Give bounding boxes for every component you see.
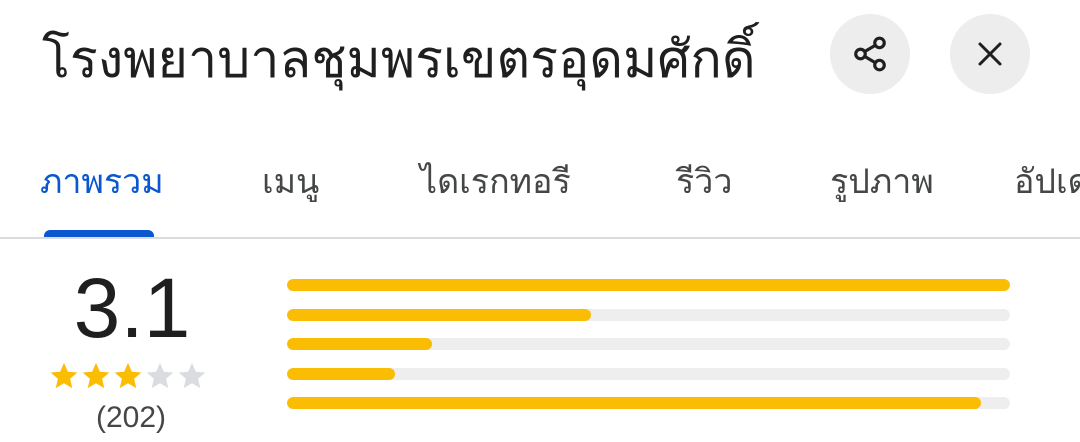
- review-count[interactable]: (202): [0, 398, 262, 438]
- tab-directory[interactable]: ไดเรกทอรี: [420, 152, 571, 212]
- tab-divider: [0, 237, 1080, 239]
- histogram-fill-1-stars: [287, 397, 982, 409]
- histogram-row-2-stars: [287, 368, 1010, 380]
- share-icon: [854, 36, 886, 72]
- place-sheet: โรงพยาบาลชุมพรเขตรอุดมศักดิ์ ภาพรวม เมนู…: [0, 0, 1080, 442]
- star-empty-icon: [178, 362, 206, 389]
- rating-summary: 3.1 (202): [0, 240, 270, 440]
- tab-overview[interactable]: ภาพรวม: [40, 152, 164, 212]
- tab-menu[interactable]: เมนู: [262, 152, 319, 212]
- histogram-fill-2-stars: [287, 368, 396, 380]
- place-title: โรงพยาบาลชุมพรเขตรอุดมศักดิ์: [42, 30, 756, 90]
- tab-photos[interactable]: รูปภาพ: [830, 152, 934, 212]
- star-empty-icon: [146, 362, 174, 389]
- close-button[interactable]: [950, 14, 1030, 94]
- histogram-row-5-stars: [287, 279, 1010, 291]
- star-filled-icon: [50, 362, 78, 389]
- histogram-row-4-stars: [287, 309, 1010, 321]
- star-rating: [48, 360, 208, 394]
- rating-histogram[interactable]: [287, 279, 1010, 419]
- histogram-row-3-stars: [287, 338, 1010, 350]
- histogram-fill-4-stars: [287, 309, 591, 321]
- rating-value: 3.1: [73, 261, 191, 355]
- place-header: โรงพยาบาลชุมพรเขตรอุดมศักดิ์: [0, 0, 1080, 130]
- star-filled-icon: [114, 362, 142, 389]
- close-icon: [978, 42, 1002, 66]
- tab-reviews[interactable]: รีวิว: [676, 152, 732, 212]
- tab-updates[interactable]: อัปเดต: [1014, 152, 1080, 212]
- histogram-fill-3-stars: [287, 338, 432, 350]
- histogram-row-1-stars: [287, 397, 1010, 409]
- share-button[interactable]: [830, 14, 910, 94]
- star-filled-icon: [82, 362, 110, 389]
- tab-bar: ภาพรวม เมนู ไดเรกทอรี รีวิว รูปภาพ อัปเด…: [0, 130, 1080, 238]
- histogram-fill-5-stars: [287, 279, 1010, 291]
